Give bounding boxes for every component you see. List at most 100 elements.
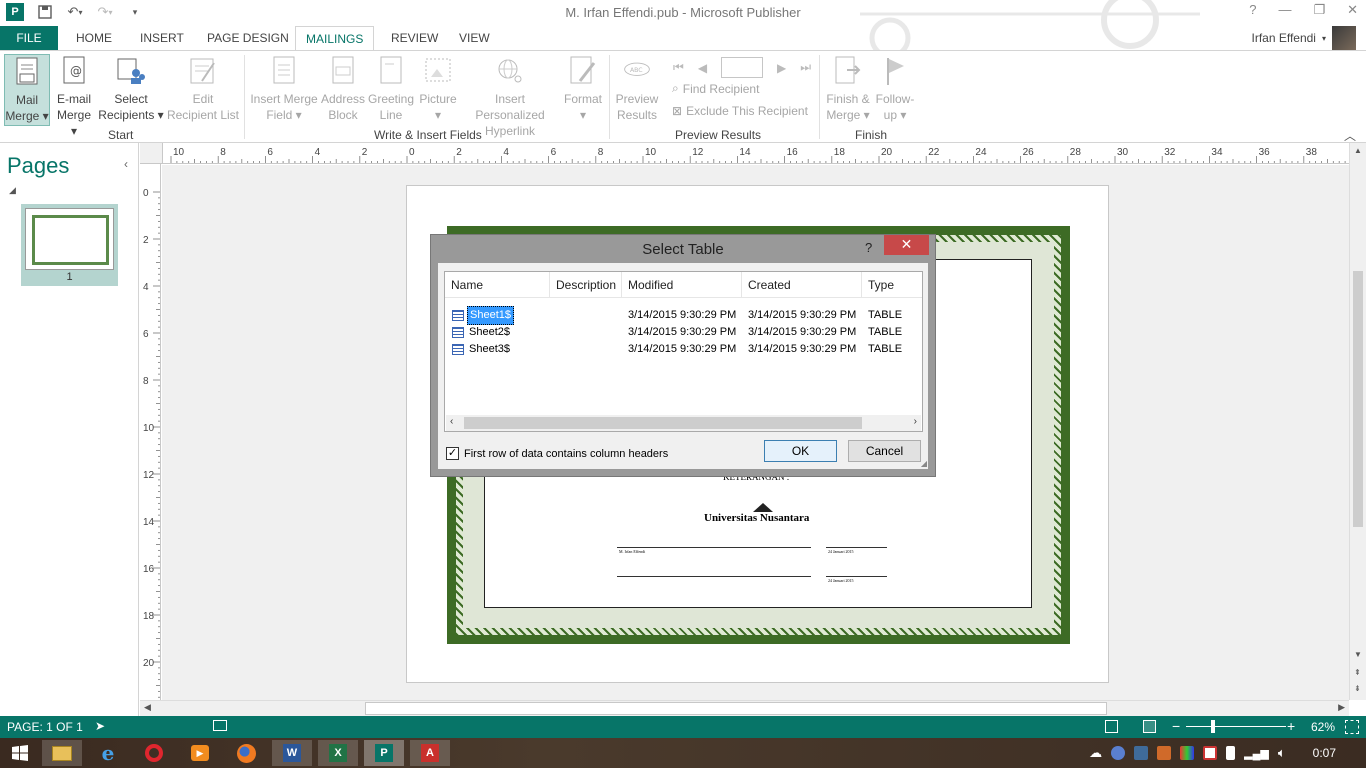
table-row[interactable]: Sheet1$ 3/14/2015 9:30:29 PM 3/14/2015 9… <box>445 306 922 325</box>
next-page-icon[interactable]: ⇟ <box>1354 684 1361 693</box>
resize-grip-icon[interactable]: ◢ <box>921 459 927 468</box>
start-button[interactable] <box>0 740 40 766</box>
fit-page-icon[interactable] <box>1345 720 1359 734</box>
tab-file[interactable]: FILE <box>0 26 58 50</box>
tab-insert[interactable]: INSERT <box>130 26 194 50</box>
firefox-icon[interactable] <box>226 740 266 766</box>
select-recipients-button[interactable]: Select Recipients ▾ <box>98 54 164 123</box>
ruler-corner[interactable] <box>140 143 163 164</box>
vertical-scrollbar[interactable]: ▲ ▼ ⇞ ⇟ <box>1349 143 1366 700</box>
table-row[interactable]: Sheet2$ 3/14/2015 9:30:29 PM 3/14/2015 9… <box>445 324 922 341</box>
zoom-level[interactable]: 62% <box>1311 720 1335 734</box>
column-header-name[interactable]: Name <box>445 272 550 298</box>
first-record-icon[interactable]: ⏮ <box>673 60 684 75</box>
horizontal-ruler[interactable]: 10 8 6 4 2 0 2 4 6 8 10 12 14 16 18 20 22 24 26 28 30 32 34 36 3… <box>163 143 1350 164</box>
tab-view[interactable]: VIEW <box>449 26 500 50</box>
cancel-button[interactable]: Cancel <box>848 440 921 462</box>
page-thumbnail[interactable]: 1 <box>21 204 118 286</box>
scroll-down-icon[interactable]: ▼ <box>1354 650 1362 659</box>
tab-home[interactable]: HOME <box>66 26 122 50</box>
next-record-icon[interactable]: ▶ <box>777 61 786 75</box>
collapse-ribbon-icon[interactable]: ︿ <box>1344 127 1356 144</box>
last-record-icon[interactable]: ⏭ <box>800 60 811 75</box>
preview-results-button[interactable]: ABC Preview Results <box>612 54 662 123</box>
insert-personalized-hyperlink-button[interactable]: Insert Personalized Hyperlink <box>460 54 560 139</box>
word-icon[interactable]: W <box>272 740 312 766</box>
network-adapter-icon[interactable] <box>1111 746 1126 760</box>
ok-button[interactable]: OK <box>764 440 837 462</box>
list-scroll-right-icon[interactable]: › <box>914 416 917 427</box>
minimize-button[interactable]: — <box>1278 2 1291 18</box>
scroll-up-icon[interactable]: ▲ <box>1354 146 1362 155</box>
help-button[interactable]: ? <box>1249 2 1256 18</box>
address-block-button[interactable]: Address Block <box>320 54 366 123</box>
expand-section-icon[interactable]: ◢ <box>9 185 16 196</box>
format-button[interactable]: Format ▾ <box>560 54 606 123</box>
edit-recipient-list-button[interactable]: Edit Recipient List <box>166 54 240 123</box>
dialog-close-button[interactable]: ✕ <box>884 235 929 255</box>
list-scroll-thumb[interactable] <box>464 417 862 429</box>
collapse-pane-icon[interactable]: ‹ <box>124 157 128 171</box>
list-scroll-left-icon[interactable]: ‹ <box>450 416 453 427</box>
tray-app-icon[interactable] <box>1134 746 1149 760</box>
zoom-in-button[interactable]: + <box>1287 718 1295 734</box>
picture-button[interactable]: Picture ▾ <box>416 54 460 123</box>
tab-mailings[interactable]: MAILINGS <box>295 26 375 51</box>
media-player-icon[interactable]: ▶ <box>180 740 220 766</box>
acrobat-icon[interactable]: A <box>410 740 450 766</box>
speaker-icon[interactable]: 🔈︎ <box>1278 745 1286 761</box>
publisher-icon[interactable]: P <box>364 740 404 766</box>
tab-page-design[interactable]: PAGE DESIGN <box>197 26 299 50</box>
column-header-modified[interactable]: Modified <box>622 272 742 298</box>
single-page-view-icon[interactable] <box>1105 720 1118 733</box>
certificate-sign-name[interactable]: M. Irfan Effendi <box>619 549 645 554</box>
horizontal-scroll-thumb[interactable] <box>365 702 1107 715</box>
find-recipient-button[interactable]: ⌕ Find Recipient <box>672 81 759 96</box>
mail-merge-button[interactable]: Mail Merge ▾ <box>4 54 50 126</box>
internet-explorer-icon[interactable]: e <box>88 740 128 766</box>
column-header-created[interactable]: Created <box>742 272 862 298</box>
battery-icon[interactable] <box>1226 746 1236 760</box>
opera-icon[interactable] <box>134 740 174 766</box>
finish-merge-button[interactable]: Finish & Merge ▾ <box>823 54 873 123</box>
tray-flag-icon[interactable] <box>1203 746 1218 760</box>
scroll-left-icon[interactable]: ◀ <box>144 702 151 713</box>
close-window-button[interactable]: ✕ <box>1347 2 1358 18</box>
list-horizontal-scrollbar[interactable]: ‹ › <box>446 415 921 431</box>
greeting-line-button[interactable]: Greeting Line <box>367 54 415 123</box>
clock[interactable]: 0:07 <box>1313 746 1336 760</box>
onedrive-icon[interactable]: ☁ <box>1089 745 1102 761</box>
certificate-date-1[interactable]: 24 Januari 2015 <box>828 549 854 554</box>
vertical-ruler[interactable]: 0 2 4 6 8 10 12 14 16 18 20 <box>140 164 161 700</box>
column-headers-checkbox[interactable]: ✓ First row of data contains column head… <box>446 447 668 460</box>
tab-review[interactable]: REVIEW <box>381 26 448 50</box>
zoom-slider[interactable] <box>1186 726 1286 727</box>
column-header-type[interactable]: Type <box>862 272 922 298</box>
file-explorer-icon[interactable] <box>42 740 82 766</box>
checkbox-checked-icon[interactable]: ✓ <box>446 447 459 460</box>
tray-color-icon[interactable] <box>1180 746 1195 760</box>
restore-button[interactable]: ❐ <box>1313 2 1325 18</box>
record-number-input[interactable] <box>721 57 764 78</box>
volume-mute-icon[interactable] <box>1157 746 1172 760</box>
page-indicator[interactable]: PAGE: 1 OF 1 <box>7 720 83 734</box>
insert-merge-field-button[interactable]: Insert Merge Field ▾ <box>248 54 320 123</box>
table-row[interactable]: Sheet3$ 3/14/2015 9:30:29 PM 3/14/2015 9… <box>445 341 922 358</box>
excel-icon[interactable]: X <box>318 740 358 766</box>
certificate-university[interactable]: Universitas Nusantara <box>704 512 809 524</box>
user-account[interactable]: Irfan Effendi ▾ <box>1251 26 1356 50</box>
exclude-recipient-button[interactable]: ⊠ Exclude This Recipient <box>672 104 808 118</box>
vertical-scroll-thumb[interactable] <box>1353 271 1363 527</box>
two-page-view-icon[interactable] <box>1143 720 1156 733</box>
table-list[interactable]: Name Description Modified Created Type S… <box>444 271 923 432</box>
email-merge-button[interactable]: @ E-mail Merge ▾ <box>53 54 95 139</box>
zoom-out-button[interactable]: − <box>1172 718 1180 734</box>
previous-record-icon[interactable]: ◀ <box>698 61 707 75</box>
column-header-description[interactable]: Description <box>550 272 622 298</box>
certificate-date-2[interactable]: 24 Januari 2015 <box>828 578 854 583</box>
previous-page-icon[interactable]: ⇞ <box>1354 668 1361 677</box>
scroll-right-icon[interactable]: ▶ <box>1338 702 1345 713</box>
zoom-slider-thumb[interactable] <box>1211 720 1215 733</box>
horizontal-scrollbar[interactable]: ◀ ▶ <box>140 700 1349 716</box>
dialog-help-button[interactable]: ? <box>865 240 872 255</box>
